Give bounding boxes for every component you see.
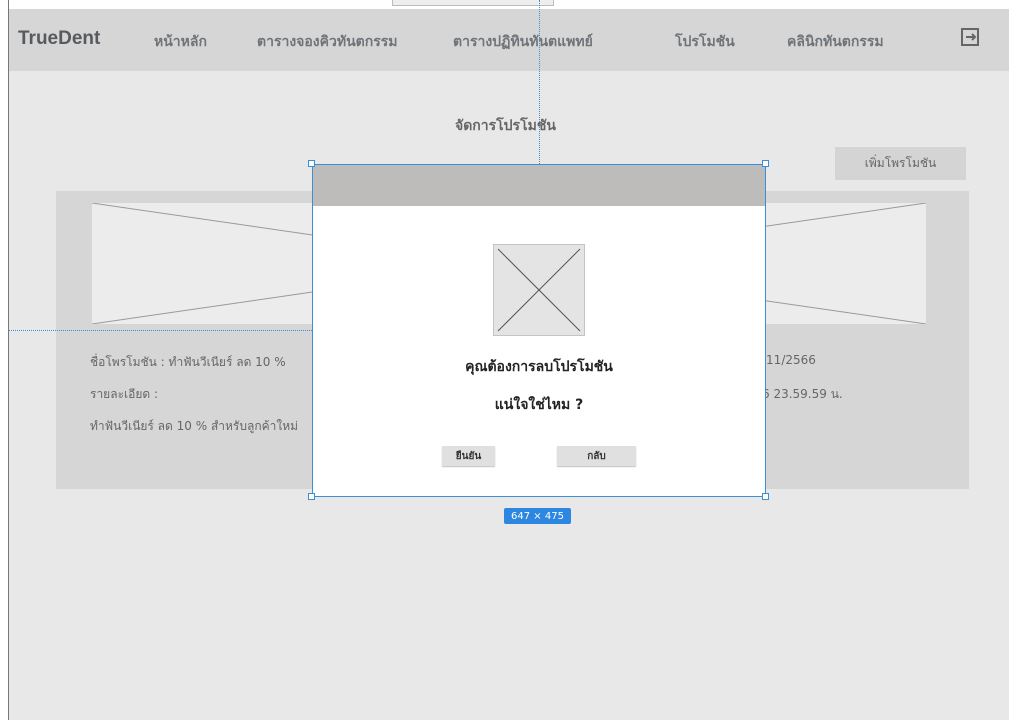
delete-confirm-dialog[interactable]: คุณต้องการลบโปรโมชัน แน่ใจใช่ไหม ? ยืนยั… xyxy=(312,164,766,497)
promotion-time: 6 23.59.59 น. xyxy=(762,387,843,401)
dialog-image-placeholder xyxy=(493,244,585,336)
image-placeholder-icon xyxy=(497,248,581,332)
nav-item-dentist-calendar[interactable]: ตารางปฏิทินทันตแพทย์ xyxy=(453,31,593,53)
resize-handle-bottom-right[interactable] xyxy=(762,493,769,500)
confirm-button[interactable]: ยืนยัน xyxy=(442,446,495,466)
guide-line-vertical xyxy=(539,0,540,164)
nav-item-promotion[interactable]: โปรโมชัน xyxy=(675,31,735,53)
dialog-message-line1: คุณต้องการลบโปรโมชัน xyxy=(465,359,613,375)
logout-icon[interactable] xyxy=(959,26,981,48)
resize-handle-top-left[interactable] xyxy=(308,160,315,167)
nav-item-home[interactable]: หน้าหลัก xyxy=(154,31,207,53)
page-title: จัดการโปรโมชัน xyxy=(455,118,556,134)
promotion-detail-label: รายละเอียด : xyxy=(90,387,159,401)
promotion-name: ชื่อโพรโมชัน : ทำฟันวีเนียร์ ลด 10 % xyxy=(90,355,286,369)
nav-item-clinic[interactable]: คลินิกทันตกรรม xyxy=(787,31,884,53)
dimension-badge: 647 × 475 xyxy=(504,508,571,524)
add-promotion-button[interactable]: เพิ่มโพรโมชัน xyxy=(835,147,966,180)
guide-line-horizontal xyxy=(9,330,312,331)
back-button[interactable]: กลับ xyxy=(557,446,636,466)
resize-handle-top-right[interactable] xyxy=(762,160,769,167)
canvas-top-edge xyxy=(9,0,1009,9)
navbar: TrueDent หน้าหลัก ตารางจองคิวทันตกรรม ตา… xyxy=(9,9,1009,71)
dialog-message-line2: แน่ใจใช่ไหม ? xyxy=(494,397,584,413)
promotion-detail-text: ทำฟันวีเนียร์ ลด 10 % สำหรับลูกค้าใหม่ xyxy=(90,419,299,433)
promotion-date: /11/2566 xyxy=(762,353,816,367)
brand-logo[interactable]: TrueDent xyxy=(18,28,100,50)
nav-item-booking-schedule[interactable]: ตารางจองคิวทันตกรรม xyxy=(257,31,397,53)
resize-handle-bottom-left[interactable] xyxy=(308,493,315,500)
dialog-header xyxy=(313,165,765,206)
canvas-left-edge xyxy=(0,0,9,720)
frame-tab[interactable] xyxy=(392,0,554,6)
